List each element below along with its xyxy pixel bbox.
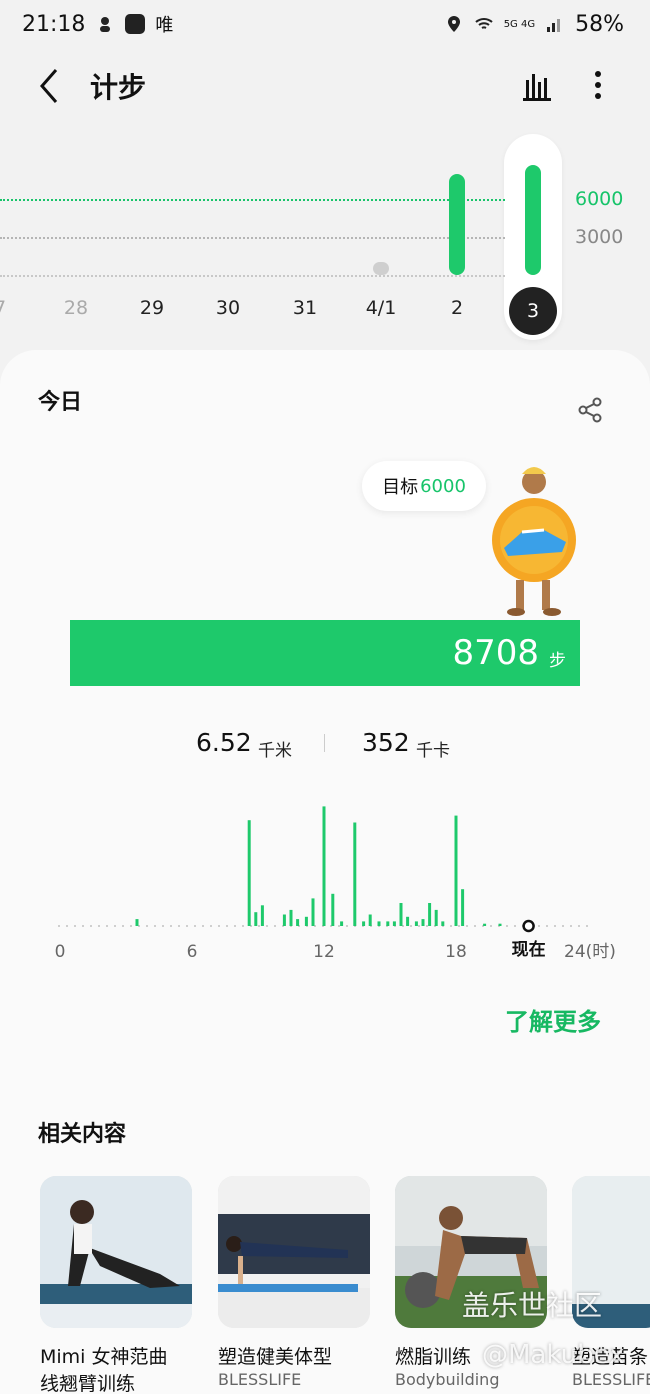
day-bar-7[interactable] <box>525 164 541 275</box>
learn-more-link[interactable]: 了解更多 <box>505 1002 601 1037</box>
calories-unit: 千卡 <box>416 741 450 761</box>
goal-bubble: 目标 6000 <box>362 461 486 511</box>
stats-divider <box>324 734 325 752</box>
steps-unit: 步 <box>549 650 566 671</box>
hour-bar-12 <box>353 822 357 926</box>
hour-bar-27 <box>483 923 487 926</box>
goal-label: 目标 <box>382 477 419 498</box>
goal-reference-line <box>0 199 505 201</box>
calories-value: 352 <box>362 728 410 757</box>
hour-bar-5 <box>289 909 293 926</box>
day-label-4[interactable]: 31 <box>275 297 335 319</box>
half-reference-label: 3000 <box>575 226 624 248</box>
hour-bar-19 <box>406 916 410 926</box>
bar-chart-icon[interactable] <box>520 68 554 102</box>
hour-bar-1 <box>247 820 251 926</box>
distance-unit: 千米 <box>258 741 292 761</box>
x-tick-3: 18 <box>445 942 467 962</box>
today-label: 今日 <box>38 390 83 415</box>
hour-bar-22 <box>428 903 432 926</box>
location-icon <box>447 16 460 32</box>
base-reference-line <box>0 275 505 277</box>
battery-percent: 58% <box>575 11 624 37</box>
hour-bar-9 <box>322 806 326 926</box>
now-marker <box>522 919 535 933</box>
steps-count: 8708 <box>452 633 539 673</box>
hour-bar-3 <box>260 905 264 926</box>
hourly-steps-chart: 0 6 12 18 现在 24(时) <box>55 806 616 962</box>
signal-icon <box>547 19 561 32</box>
app-bar: 计步 <box>0 56 650 116</box>
notification-box-icon <box>125 14 146 34</box>
hour-bar-15 <box>377 921 381 926</box>
hour-bar-25 <box>454 815 458 926</box>
x-tick-2: 12 <box>313 942 335 962</box>
related-content-title: 相关内容 <box>38 1122 127 1147</box>
hour-bar-24 <box>441 921 445 926</box>
steps-progress-bar: 8708 步 <box>70 620 580 686</box>
video-title-1-line2[interactable]: 线翘臂训练 <box>40 1371 135 1394</box>
day-label-0[interactable]: 7 <box>0 297 30 319</box>
yoga-illustration-1 <box>40 1176 192 1328</box>
hour-bar-10 <box>331 893 335 926</box>
video-title-1-line1[interactable]: Mimi 女神范曲 <box>40 1344 168 1371</box>
hour-bar-2 <box>254 912 258 926</box>
carrier-char: 唯 <box>155 15 174 36</box>
hour-bar-7 <box>304 916 308 926</box>
x-tick-0: 0 <box>55 942 66 962</box>
day-bar-6[interactable] <box>449 173 465 275</box>
end-label: 24(时) <box>564 942 616 962</box>
hour-bar-17 <box>392 921 396 926</box>
share-icon[interactable] <box>576 396 604 424</box>
now-label: 现在 <box>512 939 546 960</box>
notification-app-icon <box>100 17 111 32</box>
stats-row: 6.52 千米 352 千卡 <box>0 728 650 768</box>
video-title-2[interactable]: 塑造健美体型 <box>218 1344 332 1371</box>
hour-bar-28 <box>498 923 502 926</box>
video-source-3: Bodybuilding <box>395 1370 500 1389</box>
wifi-icon <box>475 18 493 29</box>
hour-bar-13 <box>362 921 366 926</box>
video-thumbnail-1[interactable] <box>40 1176 192 1328</box>
hour-bar-16 <box>386 921 390 926</box>
hour-bar-23 <box>434 909 438 926</box>
day-label-6[interactable]: 2 <box>427 297 487 319</box>
distance-value: 6.52 <box>196 728 252 757</box>
hour-bar-21 <box>421 919 425 926</box>
hour-bar-18 <box>399 903 403 926</box>
day-bar-5[interactable] <box>373 262 389 275</box>
video-source-2: BLESSLIFE <box>218 1370 302 1389</box>
half-reference-line <box>0 237 505 239</box>
x-tick-1: 6 <box>187 942 198 962</box>
hour-bar-11 <box>340 921 344 926</box>
goal-reference-label: 6000 <box>575 188 624 210</box>
pushup-illustration <box>218 1176 370 1328</box>
day-label-1[interactable]: 28 <box>46 297 106 319</box>
hour-bar-4 <box>282 914 286 926</box>
more-options-icon[interactable] <box>586 68 610 102</box>
week-strip: 6000 3000 7 28 29 30 31 4/1 2 3 <box>0 130 650 350</box>
back-arrow-icon[interactable] <box>34 64 64 108</box>
watermark-handle: @Makubex <box>482 1340 625 1370</box>
day-label-2[interactable]: 29 <box>122 297 182 319</box>
goal-value: 6000 <box>420 475 466 497</box>
selected-day-circle[interactable]: 3 <box>509 287 557 335</box>
hour-bar-26 <box>461 889 465 926</box>
day-label-3[interactable]: 30 <box>198 297 258 319</box>
video-source-4: BLESSLIFE <box>572 1370 650 1389</box>
day-label-5[interactable]: 4/1 <box>351 297 411 319</box>
video-thumbnail-2[interactable] <box>218 1176 370 1328</box>
hour-bar-20 <box>414 921 418 926</box>
hour-bar-8 <box>311 898 315 926</box>
network-type: 5G 4G <box>503 18 536 30</box>
video-title-3[interactable]: 燃脂训练 <box>395 1344 471 1371</box>
page-title: 计步 <box>90 71 147 104</box>
watermark: 盖乐世社区 <box>462 1289 603 1322</box>
mascot-illustration <box>492 467 576 616</box>
hour-bar-0 <box>135 919 139 926</box>
status-bar: 21:18 唯 5G 4G 58% <box>0 0 650 48</box>
status-time: 21:18 <box>22 11 86 37</box>
hour-bar-6 <box>296 919 300 926</box>
hour-bar-14 <box>368 914 372 926</box>
